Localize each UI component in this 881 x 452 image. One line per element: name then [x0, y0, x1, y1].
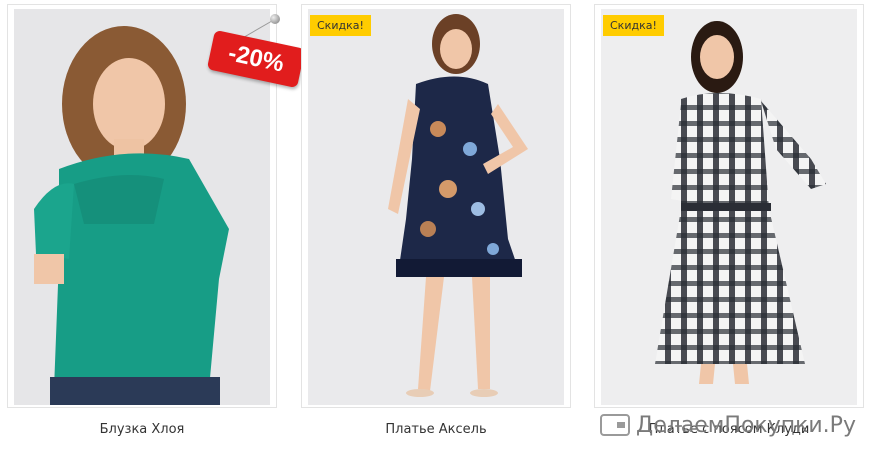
watermark-text: ДелаемПокупки.Ру [636, 412, 856, 438]
watermark-logo: ДелаемПокупки.Ру [600, 410, 856, 440]
wallet-icon [600, 414, 630, 436]
sale-badge: Скидка! [603, 15, 664, 36]
model-in-plaid-dress-image [601, 9, 857, 405]
product-image[interactable] [308, 9, 564, 405]
product-card-2[interactable]: Скидка! [301, 4, 571, 408]
product-card-3[interactable]: Скидка! [594, 4, 864, 408]
product-card-1[interactable]: -20% [7, 4, 306, 408]
product-name[interactable]: Блузка Хлоя [7, 422, 277, 437]
model-in-floral-dress-image [308, 9, 564, 405]
sale-badge: Скидка! [310, 15, 371, 36]
product-name[interactable]: Платье Аксель [301, 422, 571, 437]
product-image[interactable] [601, 9, 857, 405]
pin-icon [270, 14, 280, 24]
